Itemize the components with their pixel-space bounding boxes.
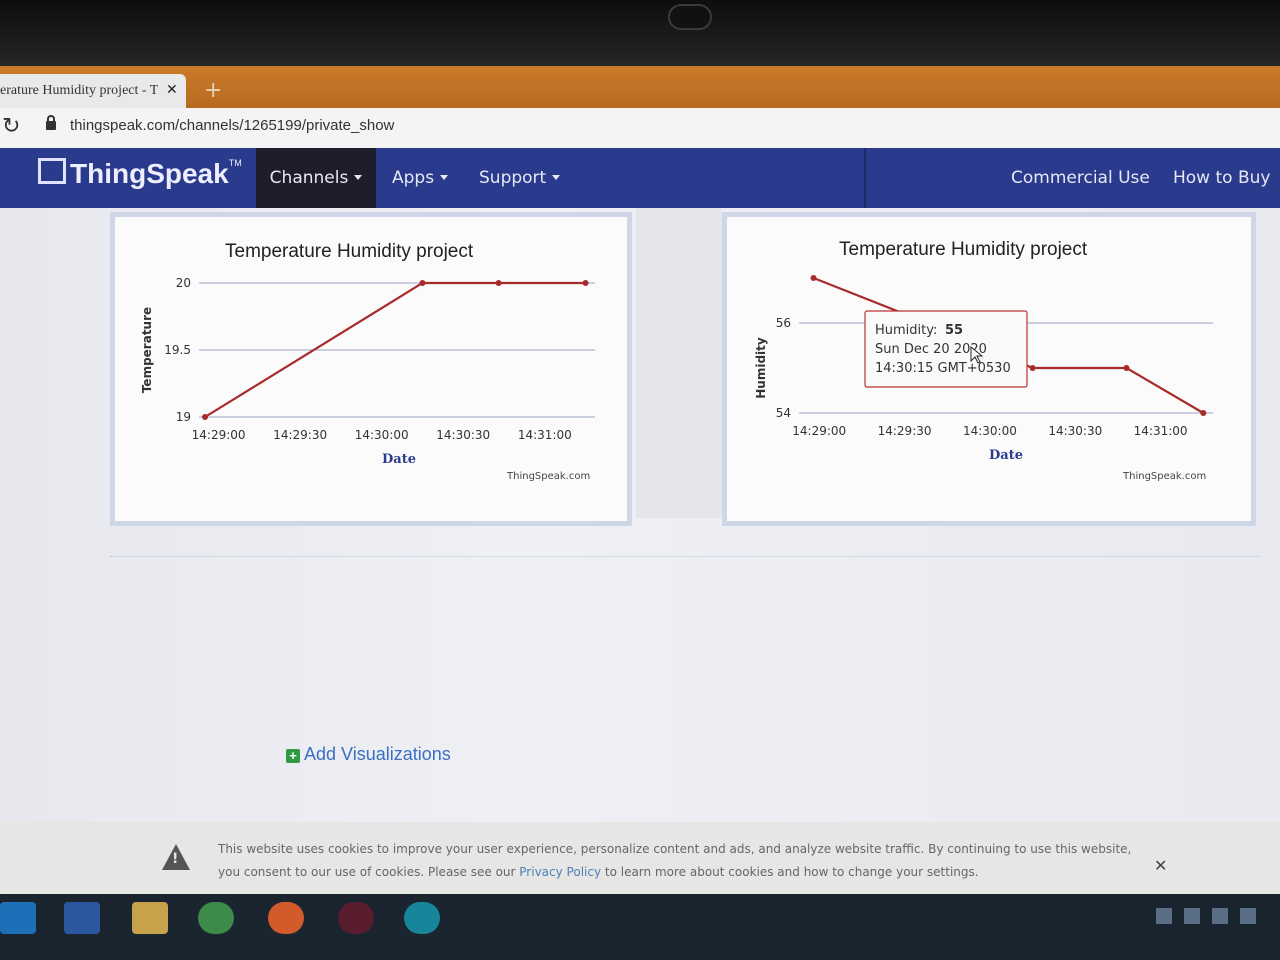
app-icon[interactable] xyxy=(338,902,374,934)
x-tick-label: 14:29:30 xyxy=(273,428,327,442)
os-taskbar xyxy=(0,894,1280,960)
site-navbar: ThingSpeakTM Channels Apps Support Comme… xyxy=(0,148,1280,208)
thingspeak-logo[interactable]: ThingSpeakTM xyxy=(38,158,242,190)
x-tick-label: 14:29:30 xyxy=(878,424,932,438)
x-tick-label: 14:30:30 xyxy=(436,428,490,442)
privacy-policy-link[interactable]: Privacy Policy xyxy=(519,865,601,879)
caret-down-icon xyxy=(552,175,561,180)
tray-flag-icon[interactable] xyxy=(1184,908,1200,924)
cookie-text: This website uses cookies to improve you… xyxy=(218,838,1148,884)
logo-text: ThingSpeak xyxy=(70,158,229,189)
cookie-line-2-start: you consent to our use of cookies. Pleas… xyxy=(218,865,520,879)
lock-icon[interactable] xyxy=(46,115,56,130)
tray-signal-icon[interactable] xyxy=(1240,908,1256,924)
data-point xyxy=(582,280,589,286)
cookie-close-icon[interactable]: ✕ xyxy=(1154,856,1167,875)
nav-channels[interactable]: Channels xyxy=(256,148,376,208)
data-point xyxy=(1029,365,1036,371)
y-tick-label: 19.5 xyxy=(164,343,191,357)
x-axis-label: Date xyxy=(382,452,416,467)
nav-support-label: Support xyxy=(479,168,547,188)
column-gap xyxy=(636,208,722,518)
firefox-icon[interactable] xyxy=(268,902,304,934)
tray-network-icon[interactable] xyxy=(1156,908,1172,924)
empty-visualization-area xyxy=(110,556,1260,857)
word-icon[interactable] xyxy=(64,902,100,934)
chrome-icon[interactable] xyxy=(198,902,234,934)
add-visualizations-label: Add Visualizations xyxy=(304,744,451,764)
browser-tab-bar: erature Humidity project - T ✕ + xyxy=(0,66,1280,108)
x-tick-label: 14:29:00 xyxy=(792,424,846,438)
nav-how-to-buy[interactable]: How to Buy xyxy=(1173,148,1270,208)
data-point xyxy=(1123,365,1130,371)
y-axis-label: Temperature xyxy=(140,307,154,393)
channel-page: Temperature Humidity project 20 19.5 19 14:… xyxy=(0,208,1280,896)
screen-bezel xyxy=(0,0,1280,66)
caret-down-icon xyxy=(440,175,449,180)
warning-icon-mark: ! xyxy=(172,851,179,867)
chart-tooltip: Humidity: 55 Sun Dec 20 2020 14:30:15 GMT+0… xyxy=(864,310,1028,388)
address-bar: ↻ thingspeak.com/channels/1265199/privat… xyxy=(0,108,1280,148)
temperature-chart-card: Temperature Humidity project 20 19.5 19 14:… xyxy=(110,212,632,526)
data-point xyxy=(1200,410,1207,416)
nav-channels-label: Channels xyxy=(269,168,349,188)
cookie-line-2-end: to learn more about cookies and how to c… xyxy=(601,865,979,879)
plus-icon: + xyxy=(286,749,300,763)
tooltip-label: Humidity: xyxy=(875,323,937,338)
x-tick-label: 14:31:00 xyxy=(518,428,572,442)
data-point xyxy=(810,275,817,281)
chart-credit[interactable]: ThingSpeak.com xyxy=(507,471,590,482)
y-tick-label: 54 xyxy=(776,406,791,420)
url-field[interactable]: thingspeak.com/channels/1265199/private_… xyxy=(70,117,394,134)
nav-support[interactable]: Support xyxy=(479,148,561,208)
tray-volume-icon[interactable] xyxy=(1212,908,1228,924)
x-tick-label: 14:30:00 xyxy=(355,428,409,442)
x-tick-label: 14:29:00 xyxy=(192,428,246,442)
tab-close-icon[interactable]: ✕ xyxy=(166,74,178,108)
x-tick-label: 14:31:00 xyxy=(1134,424,1188,438)
internet-explorer-icon[interactable] xyxy=(0,902,36,934)
new-tab-button[interactable]: + xyxy=(204,78,222,103)
data-point xyxy=(202,414,208,420)
nav-apps[interactable]: Apps xyxy=(392,148,449,208)
data-point xyxy=(419,280,426,286)
x-tick-label: 14:30:00 xyxy=(963,424,1017,438)
logo-trademark: TM xyxy=(228,158,242,168)
cookie-line-2: you consent to our use of cookies. Pleas… xyxy=(218,861,1148,884)
data-point xyxy=(495,280,502,286)
nav-divider xyxy=(864,148,866,208)
x-tick-label: 14:30:30 xyxy=(1048,424,1102,438)
caret-down-icon xyxy=(354,175,363,180)
x-axis-label: Date xyxy=(989,448,1023,463)
nav-apps-label: Apps xyxy=(392,168,435,188)
y-axis-label: Humidity xyxy=(754,337,768,399)
logo-icon xyxy=(38,158,66,184)
nav-commercial-use[interactable]: Commercial Use xyxy=(1011,148,1150,208)
y-tick-label: 20 xyxy=(176,276,191,290)
add-visualizations-link[interactable]: + Add Visualizations xyxy=(286,744,451,765)
reload-icon[interactable]: ↻ xyxy=(2,114,20,139)
tooltip-time: 14:30:15 GMT+0530 xyxy=(875,361,1011,376)
tooltip-value: 55 xyxy=(945,323,963,338)
cookie-banner: ! This website uses cookies to improve y… xyxy=(0,822,1280,894)
file-explorer-icon[interactable] xyxy=(132,902,168,934)
system-tray xyxy=(1156,908,1266,928)
y-tick-label: 56 xyxy=(776,316,791,330)
tab-title: erature Humidity project - T xyxy=(0,83,158,98)
cookie-line-1: This website uses cookies to improve you… xyxy=(218,842,1132,856)
chart-credit[interactable]: ThingSpeak.com xyxy=(1123,471,1206,482)
webcam-icon xyxy=(668,4,712,30)
browser-tab[interactable]: erature Humidity project - T ✕ xyxy=(0,74,186,108)
humidity-chart-card: Temperature Humidity project 56 54 14:29:0… xyxy=(722,212,1256,526)
y-tick-label: 19 xyxy=(176,410,191,424)
arduino-icon[interactable] xyxy=(404,902,440,934)
tooltip-date: Sun Dec 20 2020 xyxy=(875,342,987,357)
